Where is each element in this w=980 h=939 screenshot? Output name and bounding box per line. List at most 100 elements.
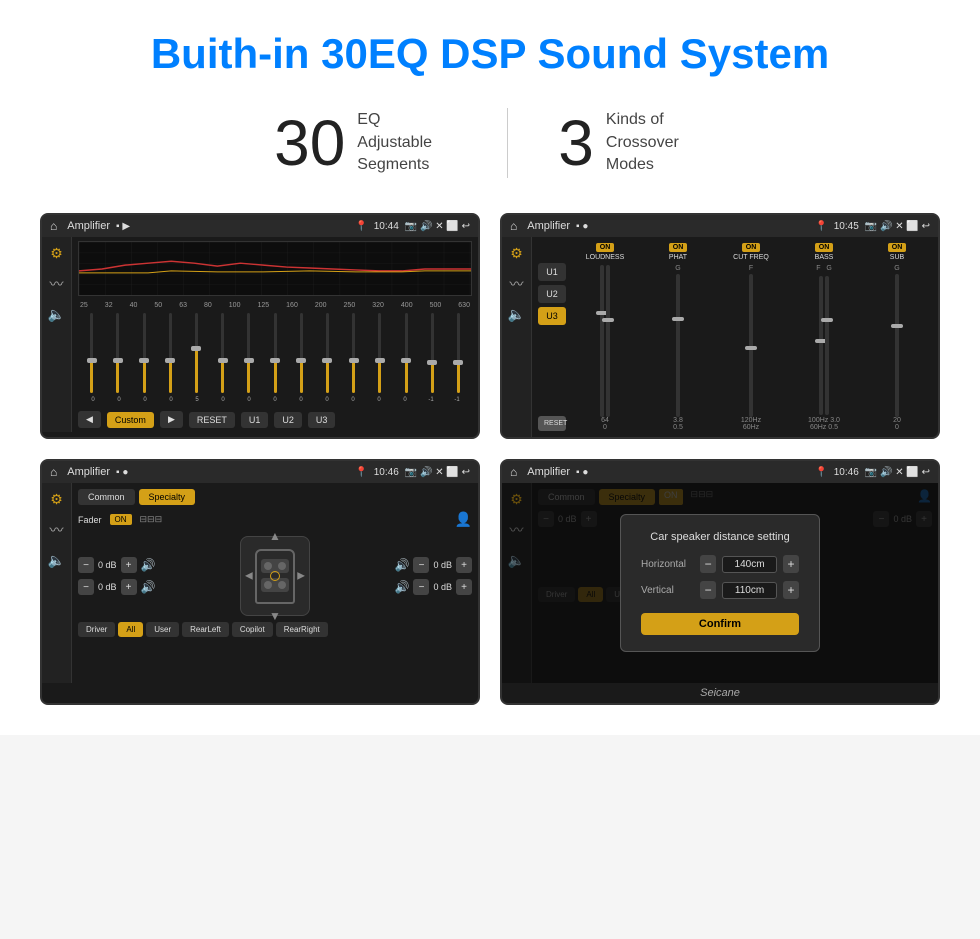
- rear-right-btn[interactable]: RearRight: [276, 622, 328, 637]
- location-icon-2: 📍: [815, 221, 827, 232]
- cutfreq-slider[interactable]: [749, 274, 753, 417]
- eq-slider-13[interactable]: [421, 313, 444, 393]
- eq-sliders: [78, 313, 472, 393]
- loudness-sliders: [600, 265, 610, 417]
- home-icon-2: ⌂: [510, 219, 517, 233]
- car-diagram: ▲: [240, 536, 310, 616]
- screen-eq-topbar: ⌂ Amplifier ▪ ▶ 📍 10:44 📷 🔊 ✕ ⬜ ↩: [42, 215, 478, 237]
- eq-slider-0[interactable]: [80, 313, 103, 393]
- all-btn[interactable]: All: [118, 622, 143, 637]
- eq-slider-2[interactable]: [132, 313, 155, 393]
- right-db-plus-1[interactable]: +: [456, 557, 472, 573]
- eq-sidebar-icon-wave[interactable]: 〰: [50, 274, 64, 294]
- eq-slider-6[interactable]: [237, 313, 260, 393]
- eq-sidebar-icon-vol[interactable]: 🔈: [48, 306, 65, 323]
- cutfreq-label: CUT FREQ: [733, 254, 769, 261]
- vertical-plus-btn[interactable]: +: [783, 581, 799, 599]
- left-db-plus-1[interactable]: +: [121, 557, 137, 573]
- sub-slider[interactable]: [895, 274, 899, 417]
- fader-slider-icon: ⊟⊟⊟: [140, 514, 163, 525]
- eq-slider-12[interactable]: [394, 313, 417, 393]
- left-db-control: − 0 dB + 🔊 − 0 dB + 🔊: [78, 557, 155, 595]
- screen-eq-topbar-icons: 📷 🔊 ✕ ⬜ ↩: [405, 221, 470, 232]
- screen-crossover: ⌂ Amplifier ▪ ● 📍 10:45 📷 🔊 ✕ ⬜ ↩ ⚙ 〰 🔈: [500, 213, 940, 439]
- eq-slider-1[interactable]: [106, 313, 129, 393]
- screen-distance-title: Amplifier: [527, 466, 570, 478]
- left-db-minus-1[interactable]: −: [78, 557, 94, 573]
- right-db-minus-1[interactable]: −: [413, 557, 429, 573]
- horizontal-plus-btn[interactable]: +: [783, 555, 799, 573]
- freq-500: 500: [430, 302, 442, 309]
- screen-distance-time: 10:46: [834, 467, 859, 478]
- vertical-minus-btn[interactable]: −: [700, 581, 716, 599]
- specialty-tab[interactable]: Specialty: [139, 489, 196, 505]
- eq-u1-btn[interactable]: U1: [241, 412, 269, 428]
- right-db-plus-2[interactable]: +: [456, 579, 472, 595]
- stat-crossover-desc: Kinds ofCrossover Modes: [606, 109, 706, 176]
- sub-g: G: [894, 265, 899, 272]
- eq-slider-10[interactable]: [342, 313, 365, 393]
- freq-250: 250: [344, 302, 356, 309]
- loudness-slider-1[interactable]: [600, 265, 604, 417]
- crossover-sidebar-icon-vol[interactable]: 🔈: [508, 306, 525, 323]
- loudness-on: ON: [596, 243, 615, 252]
- rear-left-seat: [264, 581, 272, 589]
- freq-32: 32: [105, 302, 113, 309]
- eq-chart: [78, 241, 472, 296]
- eq-slider-8[interactable]: [290, 313, 313, 393]
- arrow-up: ▲: [269, 529, 281, 543]
- specialty-sidebar-icon-eq[interactable]: ⚙: [50, 491, 63, 508]
- eq-reset-btn[interactable]: RESET: [189, 412, 235, 428]
- specialty-sidebar-icon-vol[interactable]: 🔈: [48, 552, 65, 569]
- band-phat: ON PHAT G 3.80.5: [643, 243, 713, 431]
- screen-specialty-time: 10:46: [374, 467, 399, 478]
- reset-btn[interactable]: RESET: [538, 416, 566, 431]
- screen-specialty-icons: 📷 🔊 ✕ ⬜ ↩: [405, 467, 470, 478]
- vertical-value: 110cm: [722, 582, 777, 599]
- eq-slider-14[interactable]: [447, 313, 470, 393]
- confirm-button[interactable]: Confirm: [641, 613, 799, 635]
- driver-btn[interactable]: Driver: [78, 622, 115, 637]
- eq-slider-5[interactable]: [211, 313, 234, 393]
- vertical-row: Vertical − 110cm +: [641, 581, 799, 599]
- left-db-plus-2[interactable]: +: [121, 579, 137, 595]
- screen-distance-icons: 📷 🔊 ✕ ⬜ ↩: [865, 467, 930, 478]
- eq-play-btn[interactable]: ▶: [160, 411, 183, 428]
- screen-specialty-topbar: ⌂ Amplifier ▪ ● 📍 10:46 📷 🔊 ✕ ⬜ ↩: [42, 461, 478, 483]
- loudness-slider-2[interactable]: [606, 265, 610, 417]
- distance-layout: ⚙ 〰 🔈 Common Specialty ON ⊟⊟⊟ 👤 −: [502, 483, 938, 683]
- crossover-sidebar-icon-wave[interactable]: 〰: [510, 274, 524, 294]
- eq-slider-7[interactable]: [263, 313, 286, 393]
- specialty-sidebar-icon-wave[interactable]: 〰: [50, 520, 64, 540]
- eq-slider-9[interactable]: [316, 313, 339, 393]
- eq-sidebar-icon-eq[interactable]: ⚙: [50, 245, 63, 262]
- horizontal-minus-btn[interactable]: −: [700, 555, 716, 573]
- stat-eq-number: 30: [274, 111, 345, 175]
- u3-btn[interactable]: U3: [538, 307, 566, 325]
- eq-slider-3[interactable]: [159, 313, 182, 393]
- u2-btn[interactable]: U2: [538, 285, 566, 303]
- right-db-minus-2[interactable]: −: [413, 579, 429, 595]
- eq-u3-btn[interactable]: U3: [308, 412, 336, 428]
- left-db-minus-2[interactable]: −: [78, 579, 94, 595]
- eq-u2-btn[interactable]: U2: [274, 412, 302, 428]
- u1-btn[interactable]: U1: [538, 263, 566, 281]
- eq-slider-4[interactable]: [185, 313, 208, 393]
- common-tab[interactable]: Common: [78, 489, 135, 505]
- eq-prev-btn[interactable]: ◀: [78, 411, 101, 428]
- rear-left-btn[interactable]: RearLeft: [182, 622, 229, 637]
- arrow-right: ▶: [297, 571, 305, 582]
- crossover-sidebar-icon-eq[interactable]: ⚙: [510, 245, 523, 262]
- speaker-buttons: Driver All User RearLeft Copilot RearRig…: [78, 622, 472, 637]
- user-btn[interactable]: User: [146, 622, 179, 637]
- bass-slider-2[interactable]: [825, 276, 829, 415]
- left-db-val-1: 0 dB: [98, 560, 117, 570]
- eq-slider-11[interactable]: [368, 313, 391, 393]
- specialty-layout: ⚙ 〰 🔈 Common Specialty Fader ON ⊟⊟⊟: [42, 483, 478, 683]
- bass-values: 100Hz 3.060Hz 0.5: [808, 417, 840, 431]
- phat-slider[interactable]: [676, 274, 680, 417]
- freq-200: 200: [315, 302, 327, 309]
- copilot-btn[interactable]: Copilot: [232, 622, 273, 637]
- eq-custom-btn[interactable]: Custom: [107, 412, 154, 428]
- bass-slider-1[interactable]: [819, 276, 823, 415]
